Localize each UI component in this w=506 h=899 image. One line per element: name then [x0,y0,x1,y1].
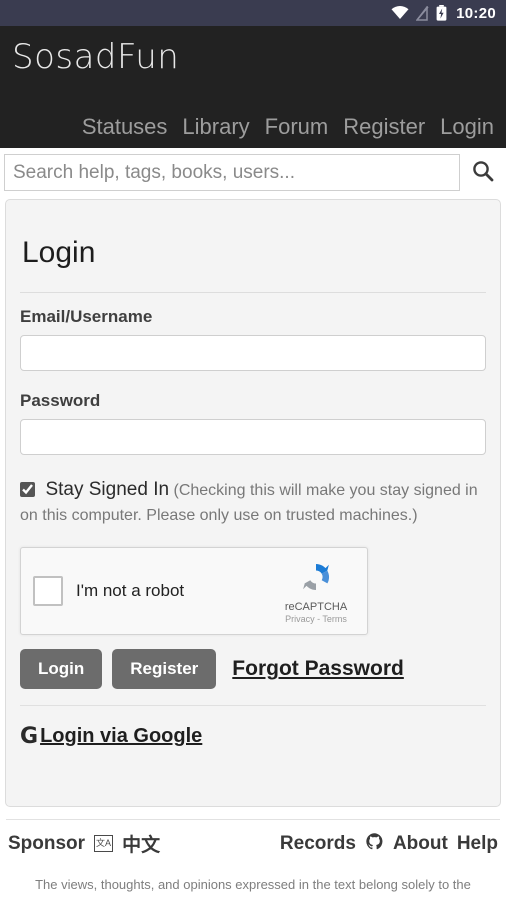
nav-item-forum[interactable]: Forum [265,114,329,140]
title-divider [20,292,486,293]
google-login-row[interactable]: G Login via Google [20,724,486,749]
footer-records-link[interactable]: Records [280,833,356,855]
footer-left-group: Sponsor 文A 中文 [8,830,160,857]
recaptcha-label: I'm not a robot [76,581,185,601]
android-status-bar: 10:20 [0,0,506,26]
password-field[interactable] [20,419,486,455]
language-translate-icon[interactable]: 文A [94,835,114,852]
search-bar [0,148,506,197]
recaptcha-legal-links[interactable]: Privacy - Terms [277,614,355,624]
page-title: Login [22,236,96,269]
nav-item-library[interactable]: Library [182,114,249,140]
recaptcha-widget[interactable]: I'm not a robot reCAPTCHA Privacy - Term… [20,547,368,636]
site-logo[interactable]: SosadFun [12,26,494,74]
status-bar-clock: 10:20 [456,4,496,22]
recaptcha-checkbox[interactable] [33,576,63,607]
footer-sponsor-link[interactable]: Sponsor [8,833,85,855]
recaptcha-brand-name: reCAPTCHA [284,600,348,613]
search-input[interactable] [4,154,460,191]
footer-disclaimer: The views, thoughts, and opinions expres… [35,877,471,892]
forgot-password-link[interactable]: Forgot Password [232,657,404,681]
search-button[interactable] [468,156,498,190]
form-actions: Login Register Forgot Password [20,649,486,690]
email-field[interactable] [20,335,486,371]
recaptcha-branding: reCAPTCHA Privacy - Terms [277,559,355,624]
recaptcha-logo-icon [298,563,334,599]
google-g-icon: G [20,724,39,750]
stay-signed-in-label: Stay Signed In [45,479,170,500]
nav-item-login[interactable]: Login [440,114,494,140]
wifi-icon [391,6,409,20]
search-icon [471,159,495,186]
nav-item-register[interactable]: Register [343,114,425,140]
site-header: SosadFun Statuses Library Forum Register… [0,26,506,148]
battery-charging-icon [436,5,447,21]
footer-language-link[interactable]: 中文 [122,830,160,857]
email-label: Email/Username [20,307,153,326]
actions-divider [20,705,486,707]
footer-right-group: Records About Help [280,832,498,856]
nav-item-statuses[interactable]: Statuses [82,114,168,140]
github-icon[interactable] [365,832,384,856]
login-card: Login Email/Username Password Stay Signe… [5,199,501,807]
stay-signed-in-row: Stay Signed In (Checking this will make … [20,475,486,529]
footer-help-link[interactable]: Help [457,833,498,855]
main-navigation: Statuses Library Forum Register Login [82,114,494,140]
signal-off-icon [416,5,429,21]
footer-about-link[interactable]: About [393,833,448,855]
password-label: Password [20,391,101,410]
google-login-link[interactable]: Login via Google [40,725,202,748]
register-button[interactable]: Register [112,649,217,690]
stay-signed-in-checkbox[interactable] [20,482,35,497]
login-button[interactable]: Login [20,649,103,690]
site-footer: Sponsor 文A 中文 Records About Help [0,820,506,857]
